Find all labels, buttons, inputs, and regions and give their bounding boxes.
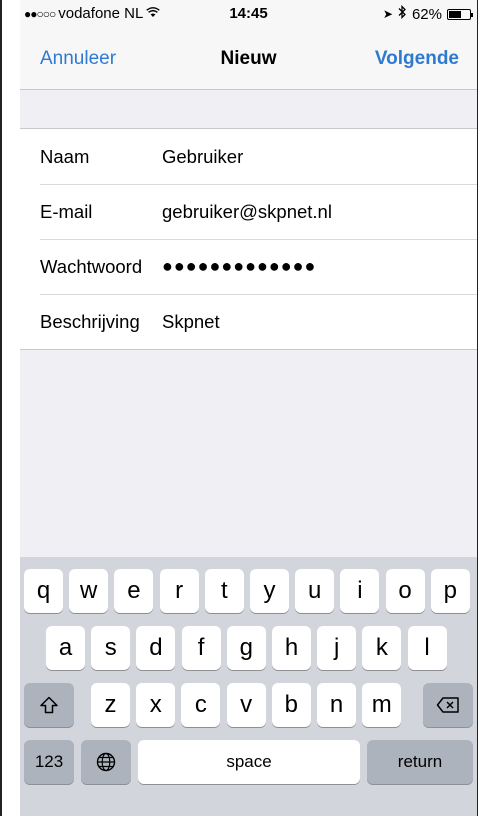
globe-icon [96, 752, 116, 772]
shift-key[interactable] [24, 683, 74, 727]
description-label: Beschrijving [40, 310, 140, 332]
key-n[interactable]: n [317, 683, 356, 727]
description-row[interactable]: Beschrijving Skpnet [20, 294, 477, 349]
key-t[interactable]: t [204, 569, 244, 613]
key-i[interactable]: i [340, 569, 380, 613]
space-key[interactable]: space [138, 740, 360, 784]
key-f[interactable]: f [181, 626, 221, 670]
globe-key[interactable] [81, 740, 131, 784]
password-field[interactable]: ●●●●●●●●●●●●● [162, 256, 316, 277]
keyboard-row-2: asdfghjkl [20, 626, 477, 672]
key-o[interactable]: o [385, 569, 425, 613]
numbers-key[interactable]: 123 [24, 740, 74, 784]
navigation-bar: Annuleer Nieuw Volgende [20, 28, 477, 90]
key-j[interactable]: j [317, 626, 357, 670]
keyboard-row-1: qwertyuiop [20, 569, 477, 615]
key-z[interactable]: z [91, 683, 130, 727]
password-label: Wachtwoord [40, 255, 143, 277]
shift-icon [39, 696, 59, 714]
battery-icon [447, 8, 473, 20]
key-u[interactable]: u [295, 569, 335, 613]
status-right: ➤ 62% [382, 4, 473, 23]
key-k[interactable]: k [362, 626, 402, 670]
key-c[interactable]: c [181, 683, 221, 727]
keyboard: qwertyuiop asdfghjkl zxcvbnm 123 space r… [20, 557, 477, 816]
screenshot-frame: ●●○○○ vodafone NL 14:45 ➤ 62% Annuleer N… [0, 0, 478, 816]
battery-percent: 62% [411, 5, 442, 23]
key-h[interactable]: h [272, 626, 311, 670]
bluetooth-icon [398, 4, 407, 23]
key-p[interactable]: p [430, 569, 470, 613]
key-r[interactable]: r [159, 569, 199, 613]
key-s[interactable]: s [91, 626, 131, 670]
phone-screen: ●●○○○ vodafone NL 14:45 ➤ 62% Annuleer N… [20, 0, 477, 816]
password-row[interactable]: Wachtwoord ●●●●●●●●●●●●● [20, 239, 477, 294]
key-l[interactable]: l [407, 626, 447, 670]
battery-level [449, 10, 461, 18]
keyboard-row-3: zxcvbnm [20, 683, 477, 729]
delete-icon [436, 696, 460, 714]
next-button[interactable]: Volgende [375, 48, 459, 70]
name-label: Naam [40, 145, 90, 167]
return-key[interactable]: return [367, 740, 473, 784]
key-y[interactable]: y [250, 569, 289, 613]
keyboard-row-4: 123 space return [20, 740, 477, 786]
key-d[interactable]: d [136, 626, 176, 670]
key-v[interactable]: v [226, 683, 266, 727]
key-b[interactable]: b [271, 683, 311, 727]
key-g[interactable]: g [226, 626, 266, 670]
key-e[interactable]: e [114, 569, 154, 613]
description-field[interactable]: Skpnet [162, 311, 220, 333]
location-icon: ➤ [382, 7, 393, 21]
name-row[interactable]: Naam Gebruiker [20, 129, 477, 184]
key-m[interactable]: m [362, 683, 402, 727]
key-a[interactable]: a [46, 626, 85, 670]
account-form: Naam Gebruiker E-mail gebruiker@skpnet.n… [20, 128, 477, 350]
status-bar: ●●○○○ vodafone NL 14:45 ➤ 62% [20, 0, 477, 28]
email-label: E-mail [40, 200, 93, 222]
email-row[interactable]: E-mail gebruiker@skpnet.nl [20, 184, 477, 239]
key-w[interactable]: w [69, 569, 109, 613]
key-x[interactable]: x [136, 683, 176, 727]
name-field[interactable]: Gebruiker [162, 146, 243, 168]
delete-key[interactable] [423, 683, 473, 727]
key-q[interactable]: q [24, 569, 63, 613]
email-field[interactable]: gebruiker@skpnet.nl [162, 201, 332, 223]
